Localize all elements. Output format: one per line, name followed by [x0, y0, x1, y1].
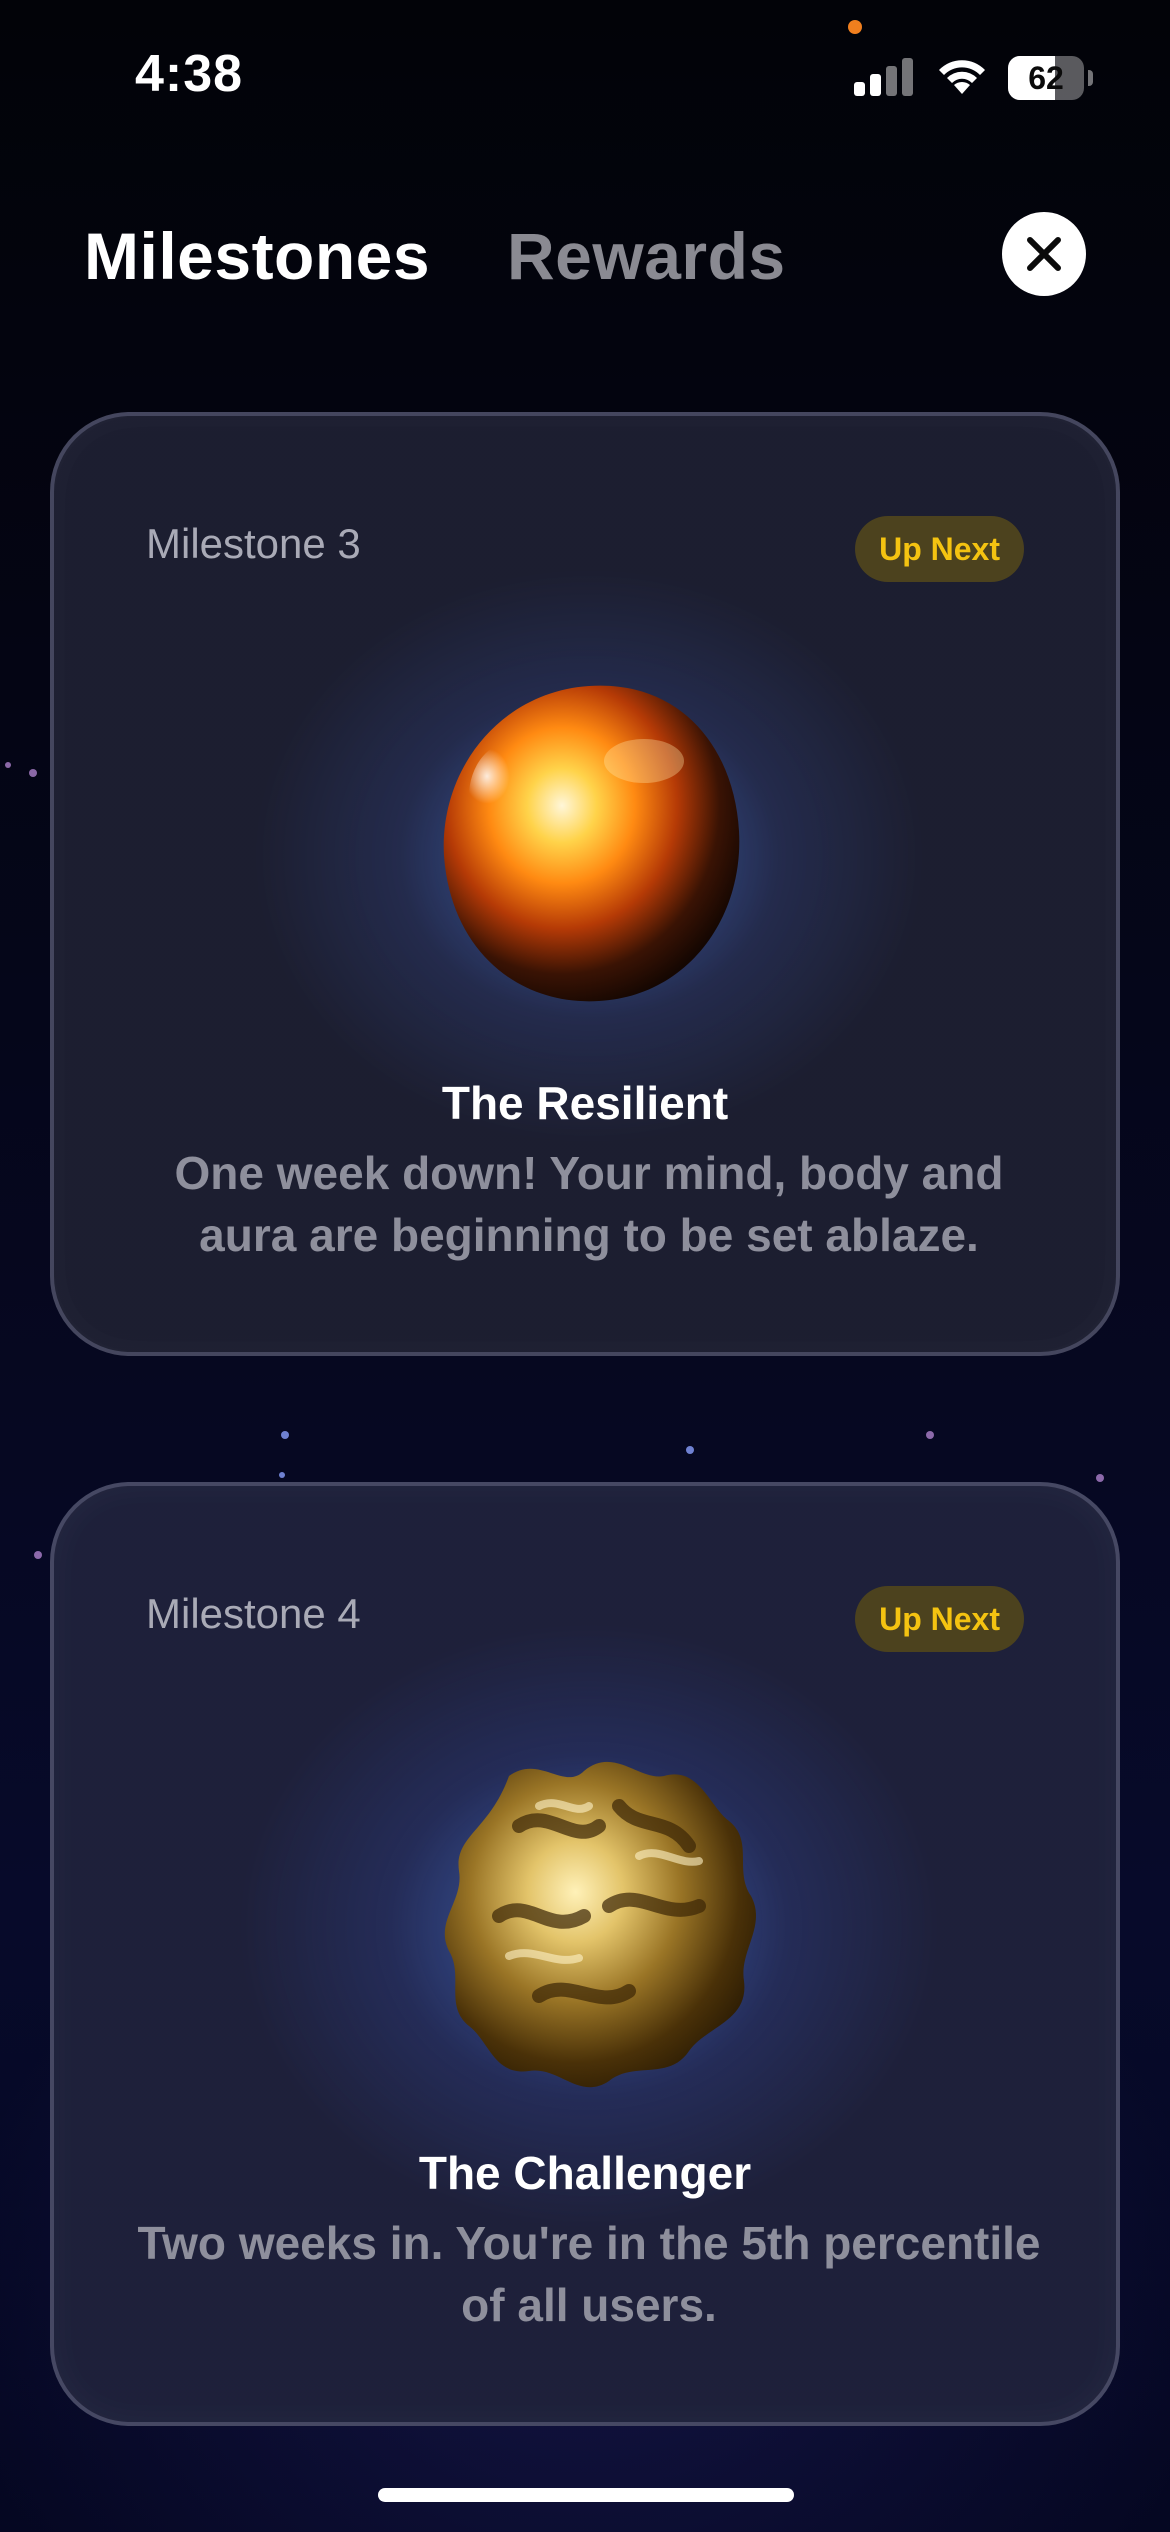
status-bar: 4:38 62	[0, 0, 1170, 150]
up-next-badge: Up Next	[855, 516, 1024, 582]
tab-milestones[interactable]: Milestones	[84, 218, 430, 294]
wifi-icon	[939, 60, 985, 94]
home-indicator[interactable]	[378, 2488, 794, 2502]
milestones-screen: 4:38 62 Milestones Rewards Milestone 3 U…	[0, 0, 1170, 2532]
up-next-badge: Up Next	[855, 1586, 1024, 1652]
golden-rock-image	[444, 1761, 756, 2088]
battery-body: 62	[1008, 56, 1084, 100]
milestone-label: Milestone 4	[146, 1590, 361, 1637]
close-button[interactable]	[1002, 212, 1086, 296]
status-time: 4:38	[135, 45, 244, 103]
battery-cap	[1088, 70, 1093, 86]
close-icon	[1027, 237, 1061, 271]
milestone-title: The Challenger	[418, 2147, 752, 2199]
battery-percent: 62	[1028, 60, 1064, 96]
milestone-title: The Resilient	[441, 1077, 729, 1129]
milestone-description: One week down! Your mind, body and aura …	[174, 1147, 1004, 1261]
privacy-indicator-dot	[848, 20, 862, 34]
glowing-orb-image	[443, 685, 740, 1002]
milestone-label: Milestone 3	[146, 520, 361, 567]
tab-rewards[interactable]: Rewards	[507, 218, 786, 294]
milestone-card[interactable]: Milestone 4 Up Next The Challenger Two w…	[50, 1482, 1120, 2426]
signal-icon	[854, 58, 913, 96]
milestone-description: Two weeks in. You're in the 5th percenti…	[137, 2217, 1041, 2331]
milestone-card[interactable]: Milestone 3 Up Next The Resilient One we…	[50, 412, 1120, 1356]
battery-icon: 62	[1008, 56, 1093, 100]
